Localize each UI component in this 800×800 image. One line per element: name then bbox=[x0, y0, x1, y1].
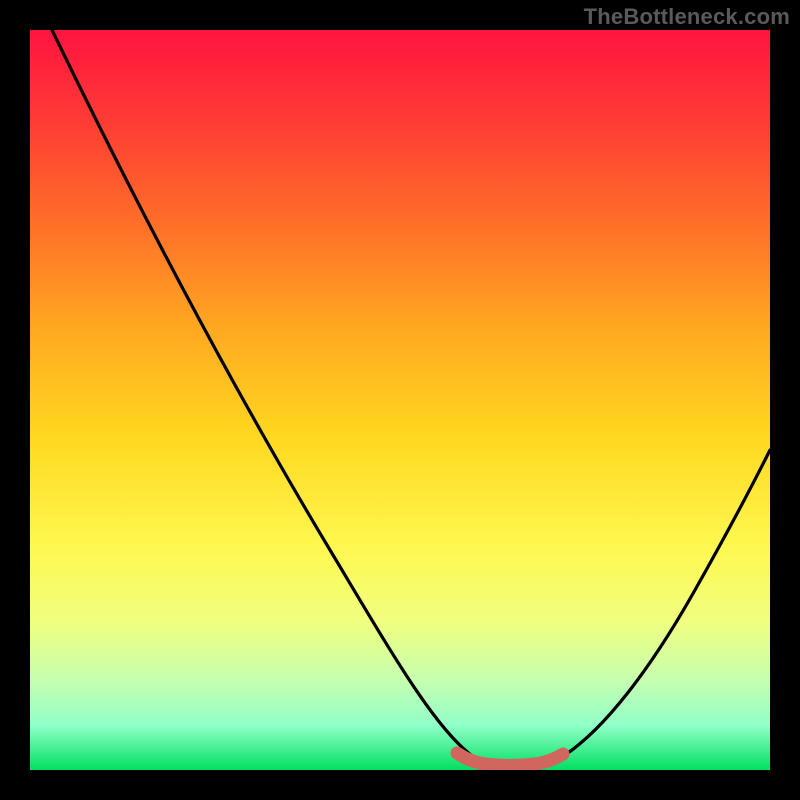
watermark-label: TheBottleneck.com bbox=[584, 4, 790, 30]
bottleneck-chart bbox=[30, 30, 770, 770]
chart-frame: TheBottleneck.com bbox=[0, 0, 800, 800]
gradient-background bbox=[30, 30, 770, 770]
